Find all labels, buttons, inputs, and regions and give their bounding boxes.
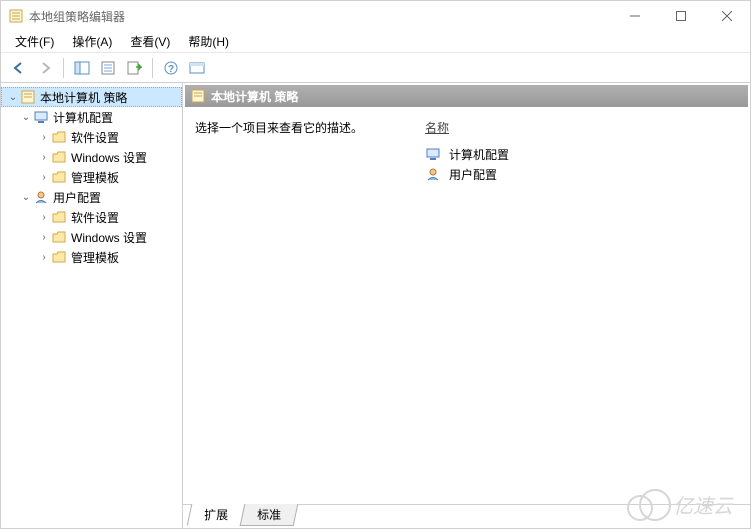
list-item-label: 计算机配置 xyxy=(449,146,509,163)
menu-bar: 文件(F) 操作(A) 查看(V) 帮助(H) xyxy=(1,31,750,53)
detail-body: 选择一个项目来查看它的描述。 名称 计算机配置 用户配置 xyxy=(183,109,750,504)
computer-icon xyxy=(33,110,49,124)
tree-user-software[interactable]: › 软件设置 xyxy=(1,207,182,227)
chevron-right-icon[interactable]: › xyxy=(37,250,51,264)
list-item-label: 用户配置 xyxy=(449,166,497,183)
app-icon xyxy=(9,9,23,23)
folder-icon xyxy=(51,150,67,164)
policy-icon xyxy=(191,89,205,103)
folder-icon xyxy=(51,250,67,264)
policy-icon xyxy=(20,90,36,104)
tree-comp-software[interactable]: › 软件设置 xyxy=(1,127,182,147)
filter-button[interactable] xyxy=(185,56,209,80)
description-column: 选择一个项目来查看它的描述。 xyxy=(195,119,385,494)
list-item-computer-config[interactable]: 计算机配置 xyxy=(425,144,738,164)
menu-action[interactable]: 操作(A) xyxy=(64,31,120,52)
detail-header-title: 本地计算机 策略 xyxy=(211,88,298,105)
chevron-down-icon[interactable]: ⌄ xyxy=(6,90,20,104)
content-area: ⌄ 本地计算机 策略 ⌄ 计算机配置 › 软件设置 › Windows 设置 › xyxy=(1,83,750,528)
chevron-right-icon[interactable]: › xyxy=(37,210,51,224)
back-button[interactable] xyxy=(7,56,31,80)
tree-label: 软件设置 xyxy=(71,129,119,146)
title-bar: 本地组策略编辑器 xyxy=(1,1,750,31)
properties-button[interactable] xyxy=(96,56,120,80)
list-item-user-config[interactable]: 用户配置 xyxy=(425,164,738,184)
tab-strip: 扩展 标准 xyxy=(183,504,750,528)
user-icon xyxy=(33,190,49,204)
tree-root[interactable]: ⌄ 本地计算机 策略 xyxy=(1,87,182,107)
show-hide-tree-button[interactable] xyxy=(70,56,94,80)
menu-help[interactable]: 帮助(H) xyxy=(180,31,237,52)
detail-header: 本地计算机 策略 xyxy=(185,85,748,107)
folder-icon xyxy=(51,210,67,224)
menu-file[interactable]: 文件(F) xyxy=(7,31,62,52)
window-title: 本地组策略编辑器 xyxy=(29,8,612,25)
folder-icon xyxy=(51,170,67,184)
tab-extended[interactable]: 扩展 xyxy=(187,504,246,526)
detail-panel: 本地计算机 策略 选择一个项目来查看它的描述。 名称 计算机配置 用户配 xyxy=(183,83,750,528)
chevron-right-icon[interactable]: › xyxy=(37,130,51,144)
description-text: 选择一个项目来查看它的描述。 xyxy=(195,119,385,136)
chevron-down-icon[interactable]: ⌄ xyxy=(19,110,33,124)
tree-comp-admin[interactable]: › 管理模板 xyxy=(1,167,182,187)
name-column-header[interactable]: 名称 xyxy=(425,119,738,136)
tree-panel[interactable]: ⌄ 本地计算机 策略 ⌄ 计算机配置 › 软件设置 › Windows 设置 › xyxy=(1,83,183,528)
toolbar-separator xyxy=(152,58,153,78)
tab-standard[interactable]: 标准 xyxy=(240,504,299,526)
tree-label: 软件设置 xyxy=(71,209,119,226)
tree-computer-config[interactable]: ⌄ 计算机配置 xyxy=(1,107,182,127)
tree-user-config[interactable]: ⌄ 用户配置 xyxy=(1,187,182,207)
tree-label: Windows 设置 xyxy=(71,149,147,166)
folder-icon xyxy=(51,230,67,244)
menu-view[interactable]: 查看(V) xyxy=(122,31,178,52)
toolbar-separator xyxy=(63,58,64,78)
tree-user-admin[interactable]: › 管理模板 xyxy=(1,247,182,267)
chevron-right-icon[interactable]: › xyxy=(37,170,51,184)
close-button[interactable] xyxy=(704,1,750,31)
toolbar: ? xyxy=(1,53,750,83)
folder-icon xyxy=(51,130,67,144)
computer-icon xyxy=(425,147,441,161)
chevron-down-icon[interactable]: ⌄ xyxy=(19,190,33,204)
help-button[interactable]: ? xyxy=(159,56,183,80)
tree-label: 管理模板 xyxy=(71,249,119,266)
tree-label: 本地计算机 策略 xyxy=(40,89,127,106)
tree-user-windows[interactable]: › Windows 设置 xyxy=(1,227,182,247)
tree-label: 管理模板 xyxy=(71,169,119,186)
tree-comp-windows[interactable]: › Windows 设置 xyxy=(1,147,182,167)
tree-label: 用户配置 xyxy=(53,189,101,206)
tree-label: 计算机配置 xyxy=(53,109,113,126)
svg-text:?: ? xyxy=(168,64,174,75)
user-icon xyxy=(425,167,441,181)
maximize-button[interactable] xyxy=(658,1,704,31)
minimize-button[interactable] xyxy=(612,1,658,31)
list-column: 名称 计算机配置 用户配置 xyxy=(425,119,738,494)
chevron-right-icon[interactable]: › xyxy=(37,150,51,164)
tree-label: Windows 设置 xyxy=(71,229,147,246)
export-button[interactable] xyxy=(122,56,146,80)
chevron-right-icon[interactable]: › xyxy=(37,230,51,244)
forward-button[interactable] xyxy=(33,56,57,80)
window-controls xyxy=(612,1,750,31)
